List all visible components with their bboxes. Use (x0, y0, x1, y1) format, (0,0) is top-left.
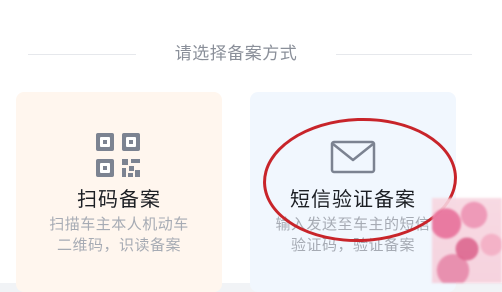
envelope-icon (330, 140, 376, 174)
scan-qr-option-description: 扫描车主本人机动车 二维码，识读备案 (30, 214, 208, 256)
section-title: 请选择备案方式 (174, 44, 298, 64)
blurred-patch (432, 198, 502, 283)
scan-qr-desc-line2: 二维码，识读备案 (56, 236, 181, 254)
sms-verify-option-card[interactable]: 短信验证备案 输入发送至车主的短信 验证码，验证备案 (250, 92, 456, 292)
header-divider-right (336, 54, 472, 55)
sms-verify-option-title: 短信验证备案 (290, 187, 416, 211)
sms-verify-option-description: 输入发送至车主的短信 验证码，验证备案 (264, 214, 442, 256)
scan-qr-option-card[interactable]: 扫码备案 扫描车主本人机动车 二维码，识读备案 (16, 92, 222, 292)
scan-qr-desc-line1: 扫描车主本人机动车 (49, 215, 189, 233)
sms-verify-desc-line1: 输入发送至车主的短信 (275, 215, 431, 233)
sms-verify-desc-line2: 验证码，验证备案 (290, 236, 415, 254)
header-divider-left (28, 54, 136, 55)
scan-qr-option-title: 扫码备案 (77, 187, 161, 211)
qr-code-icon (96, 133, 140, 177)
section-header: 请选择备案方式 (0, 36, 502, 72)
backup-method-sheet: 请选择备案方式 扫码备案 扫描车主本人机动车 二维码，识读备案 短信验证备案 输… (0, 0, 502, 292)
